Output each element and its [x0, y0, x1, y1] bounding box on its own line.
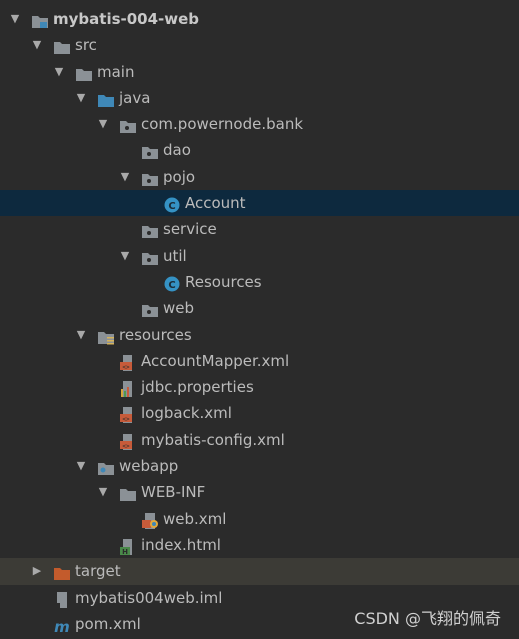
tree-item-label: main: [97, 62, 135, 81]
package-icon: [119, 116, 137, 134]
tree-item-web-xml[interactable]: web.xml: [0, 506, 519, 532]
module-folder-icon: [31, 11, 49, 28]
tree-item-account[interactable]: C Account: [0, 190, 519, 217]
folder-icon: [119, 484, 137, 502]
expand-arrow-icon[interactable]: ▼: [74, 85, 88, 111]
expand-arrow-icon[interactable]: ▼: [74, 322, 88, 348]
xml-file-icon: <>: [119, 432, 137, 450]
package-icon: [141, 300, 159, 318]
tree-item-label: resources: [119, 325, 192, 344]
svg-text:m: m: [54, 618, 70, 634]
tree-item-logback-xml[interactable]: <> logback.xml: [0, 400, 519, 426]
collapsed-arrow-icon[interactable]: ▶: [30, 558, 44, 584]
tree-item-label: Resources: [185, 272, 262, 291]
tree-item-label: mybatis004web.iml: [75, 588, 223, 607]
tree-item-label: target: [75, 562, 121, 581]
svg-text:H: H: [122, 548, 128, 555]
svg-text:C: C: [168, 201, 175, 212]
source-root-folder-icon: [97, 90, 115, 107]
tree-item-web-inf[interactable]: ▼ WEB-INF: [0, 479, 519, 505]
tree-item-label: dao: [163, 141, 191, 160]
web-xml-file-icon: [141, 511, 159, 529]
properties-file-icon: [119, 379, 137, 398]
package-icon: [141, 248, 159, 265]
iml-file-icon: [53, 590, 71, 608]
tree-item-label: mybatis-004-web: [53, 10, 200, 28]
tree-item-accountmapper-xml[interactable]: <> AccountMapper.xml: [0, 348, 519, 374]
tree-item-label: com.powernode.bank: [141, 115, 304, 134]
expand-arrow-icon[interactable]: ▼: [74, 453, 88, 479]
tree-item-label: Account: [185, 194, 246, 213]
expand-arrow-icon[interactable]: ▼: [118, 243, 132, 269]
tree-item-label: src: [75, 36, 97, 55]
tree-item-label: java: [119, 88, 151, 107]
tree-item-mybatis-config-xml[interactable]: <> mybatis-config.xml: [0, 427, 519, 453]
tree-item-util[interactable]: ▼ util: [0, 243, 519, 269]
class-icon: C: [163, 195, 181, 213]
tree-item-pojo[interactable]: ▼ pojo: [0, 164, 519, 190]
web-folder-icon: [97, 458, 115, 476]
tree-item-label: web: [163, 299, 195, 318]
html-file-icon: H: [119, 537, 137, 556]
excluded-folder-icon: [53, 563, 71, 581]
expand-arrow-icon[interactable]: ▼: [8, 6, 22, 32]
project-tree: ▼ mybatis-004-web ▼ src ▼ main ▼ java ▼ com.power…: [0, 6, 519, 637]
tree-item-label: WEB-INF: [141, 483, 206, 502]
tree-item-dao[interactable]: dao: [0, 137, 519, 163]
expand-arrow-icon[interactable]: ▼: [96, 479, 110, 505]
package-icon: [141, 169, 159, 186]
tree-item-webapp[interactable]: ▼ webapp: [0, 453, 519, 479]
tree-item-label: pom.xml: [75, 614, 141, 633]
svg-text:C: C: [168, 280, 175, 291]
tree-item-label: index.html: [141, 535, 221, 554]
expand-arrow-icon[interactable]: ▼: [52, 59, 66, 85]
tree-item-index-html[interactable]: Hindex.html: [0, 532, 519, 558]
svg-text:<>: <>: [122, 443, 130, 450]
tree-item-jdbc-properties[interactable]: jdbc.properties: [0, 374, 519, 400]
tree-item-label: jdbc.properties: [141, 378, 254, 397]
maven-file-icon: m: [53, 616, 71, 636]
tree-item-label: pojo: [163, 167, 196, 186]
resources-root-folder-icon: [97, 327, 115, 345]
tree-item-label: web.xml: [163, 509, 227, 528]
expand-arrow-icon[interactable]: ▼: [30, 32, 44, 58]
tree-item-web[interactable]: web: [0, 295, 519, 321]
package-icon: [141, 142, 159, 160]
svg-text:<>: <>: [122, 364, 130, 371]
tree-item-label: logback.xml: [141, 404, 232, 423]
tree-item-service[interactable]: service: [0, 216, 519, 242]
tree-item-label: webapp: [119, 457, 179, 476]
folder-icon: [75, 64, 93, 81]
tree-item-label: service: [163, 220, 217, 239]
tree-item-mybatis-004-web[interactable]: ▼ mybatis-004-web: [0, 6, 519, 32]
tree-item-resources[interactable]: ▼ resources: [0, 322, 519, 348]
class-icon: C: [163, 274, 181, 292]
tree-item-resources[interactable]: C Resources: [0, 269, 519, 295]
tree-item-label: util: [163, 246, 187, 265]
tree-item-label: AccountMapper.xml: [141, 351, 290, 370]
watermark: CSDN @飞翔的佩奇: [354, 609, 501, 628]
expand-arrow-icon[interactable]: ▼: [118, 164, 132, 190]
expand-arrow-icon[interactable]: ▼: [96, 111, 110, 137]
tree-item-java[interactable]: ▼ java: [0, 85, 519, 111]
xml-file-icon: <>: [119, 353, 137, 371]
tree-item-main[interactable]: ▼ main: [0, 59, 519, 85]
tree-item-src[interactable]: ▼ src: [0, 32, 519, 58]
svg-text:<>: <>: [122, 416, 130, 423]
package-icon: [141, 221, 159, 239]
tree-item-target[interactable]: ▶ target: [0, 558, 519, 585]
tree-item-label: mybatis-config.xml: [141, 430, 285, 449]
tree-item-com-powernode-bank[interactable]: ▼ com.powernode.bank: [0, 111, 519, 137]
folder-icon: [53, 37, 71, 55]
xml-file-icon: <>: [119, 405, 137, 424]
